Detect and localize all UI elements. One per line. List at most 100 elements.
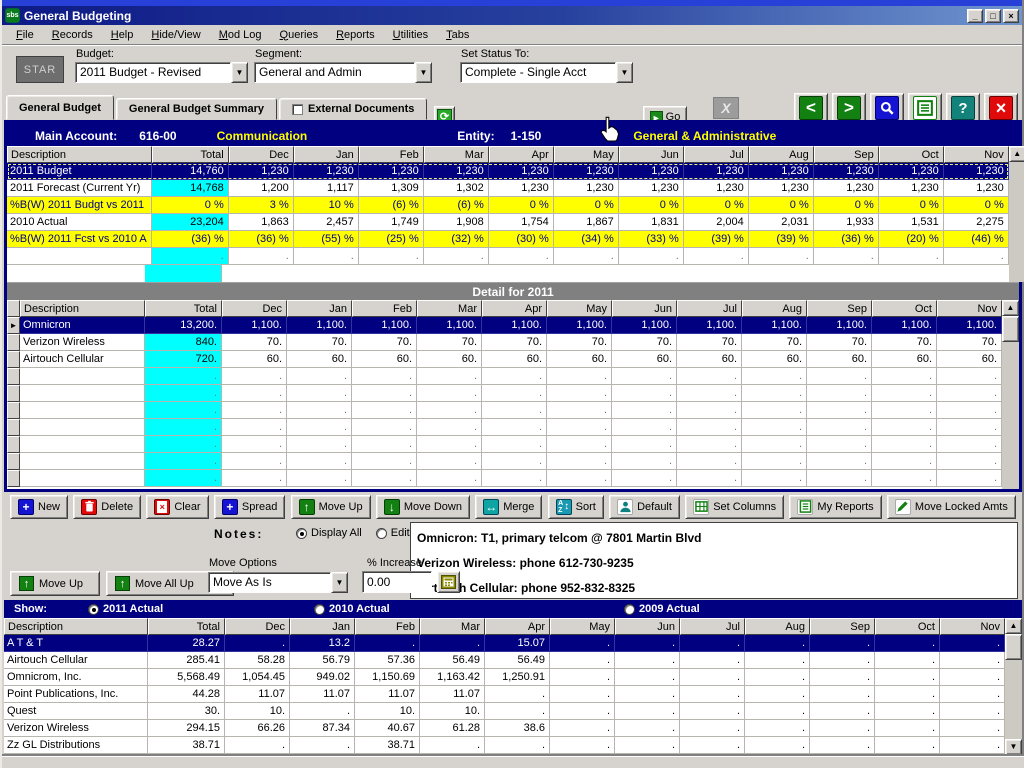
column-header-jun[interactable]: Jun [615,618,680,635]
close-button[interactable]: × [1003,9,1019,23]
row-selector[interactable] [7,368,20,385]
column-header-aug[interactable]: Aug [749,146,814,163]
table-row[interactable]: ►Omnicron13,200.1,100.1,100.1,100.1,100.… [7,317,1002,334]
main-table-scrollbar[interactable]: ▲ [1009,146,1024,282]
column-header-may[interactable]: May [547,300,612,317]
table-row[interactable]: 2011 Forecast (Current Yr)14,7681,2001,1… [7,180,1009,197]
row-selector[interactable] [7,419,20,436]
table-row[interactable]: Airtouch Cellular720.60.60.60.60.60.60.6… [7,351,1002,368]
move-options-combo[interactable]: Move As Is ▼ [208,572,348,593]
minimize-button[interactable]: _ [967,9,983,23]
tab-general-budget-summary[interactable]: General Budget Summary [116,98,277,120]
scroll-down-icon[interactable]: ▼ [1005,739,1022,755]
column-header-apr[interactable]: Apr [482,300,547,317]
menu-item-reports[interactable]: Reports [328,27,383,43]
menu-item-hide-view[interactable]: Hide/View [143,27,208,43]
column-header-oct[interactable]: Oct [875,618,940,635]
set-status-combo[interactable]: Complete - Single Acct ▼ [460,62,633,83]
scroll-up-icon[interactable]: ▲ [1005,618,1022,634]
column-header-dec[interactable]: Dec [225,618,290,635]
table-row[interactable]: Point Publications, Inc.44.2811.0711.071… [4,686,1005,703]
column-header-description[interactable]: Description [4,618,148,635]
scroll-up-icon[interactable]: ▲ [1009,146,1024,162]
increase-input[interactable] [362,571,432,593]
column-header-nov[interactable]: Nov [940,618,1005,635]
row-selector[interactable] [7,334,20,351]
scroll-track[interactable] [1005,660,1022,739]
scroll-thumb[interactable] [1002,316,1019,342]
spread-button[interactable]: +Spread [214,495,285,519]
empty-row[interactable]: ............. [7,470,1002,487]
show-option-2010-actual[interactable]: 2010 Actual [314,603,390,615]
budget-combo[interactable]: 2011 Budget - Revised ▼ [75,62,248,83]
column-header-jun[interactable]: Jun [619,146,684,163]
column-header-apr[interactable]: Apr [485,618,550,635]
row-selector[interactable]: ► [7,317,20,334]
column-header-mar[interactable]: Mar [417,300,482,317]
table-row[interactable]: Verizon Wireless294.1566.2687.3440.6761.… [4,720,1005,737]
column-header-jan[interactable]: Jan [287,300,352,317]
notes-option-display-all[interactable]: Display All [296,527,362,539]
star-button[interactable]: STAR [16,56,64,83]
menu-item-utilities[interactable]: Utilities [385,27,436,43]
column-header-oct[interactable]: Oct [872,300,937,317]
scroll-up-icon[interactable]: ▲ [1002,300,1019,316]
set-columns-button[interactable]: Set Columns [685,495,784,519]
column-header-total[interactable]: Total [148,618,225,635]
column-header-dec[interactable]: Dec [222,300,287,317]
new-button[interactable]: +New [10,495,68,519]
column-header-nov[interactable]: Nov [937,300,1002,317]
column-header-sep[interactable]: Sep [807,300,872,317]
column-header-description[interactable]: Description [7,146,152,163]
scroll-track[interactable] [1009,162,1024,282]
table-row[interactable]: %B(W) 2011 Budgt vs 20110 %3 %10 %(6) %(… [7,197,1009,214]
empty-row[interactable]: ............. [7,419,1002,436]
column-header-jul[interactable]: Jul [684,146,749,163]
chevron-down-icon[interactable]: ▼ [415,62,432,83]
column-header-mar[interactable]: Mar [420,618,485,635]
column-header-may[interactable]: May [554,146,619,163]
column-header-feb[interactable]: Feb [355,618,420,635]
column-header-jul[interactable]: Jul [677,300,742,317]
move-down-button[interactable]: ↓Move Down [376,495,470,519]
merge-button[interactable]: ↔Merge [475,495,542,519]
table-row[interactable]: 2010 Actual23,2041,8632,4571,7491,9081,7… [7,214,1009,231]
column-header-nov[interactable]: Nov [944,146,1009,163]
table-row[interactable]: Airtouch Cellular285.4158.2856.7957.3656… [4,652,1005,669]
empty-row[interactable]: ............. [7,248,1009,265]
detail-table-scrollbar[interactable]: ▲ [1002,300,1019,489]
chevron-down-icon[interactable]: ▼ [231,62,248,83]
row-selector[interactable] [7,385,20,402]
column-header-aug[interactable]: Aug [742,300,807,317]
show-option-2011-actual[interactable]: 2011 Actual [88,603,163,615]
menu-item-tabs[interactable]: Tabs [438,27,477,43]
row-selector[interactable] [7,402,20,419]
move-up-note-button[interactable]: ↑ Move Up [10,571,100,596]
table-row[interactable]: A T & T28.27.13.2..15.07....... [4,635,1005,652]
menu-item-records[interactable]: Records [44,27,101,43]
empty-row[interactable]: ............. [7,368,1002,385]
column-header-may[interactable]: May [550,618,615,635]
column-header-description[interactable]: Description [20,300,145,317]
column-header-total[interactable]: Total [152,146,229,163]
row-selector[interactable] [7,453,20,470]
column-header-mar[interactable]: Mar [424,146,489,163]
menu-item-queries[interactable]: Queries [272,27,327,43]
menu-item-mod-log[interactable]: Mod Log [211,27,270,43]
move-locked-amts-button[interactable]: Move Locked Amts [887,495,1016,519]
row-selector[interactable] [7,351,20,368]
segment-combo[interactable]: General and Admin ▼ [254,62,432,83]
row-selector[interactable] [7,436,20,453]
table-row[interactable]: 2011 Budget14,7601,2301,2301,2301,2301,2… [7,163,1009,180]
table-row[interactable]: Omnicrom, Inc.5,568.491,054.45949.021,15… [4,669,1005,686]
column-header-jan[interactable]: Jan [294,146,359,163]
move-up-button[interactable]: ↑Move Up [291,495,371,519]
table-row[interactable]: Zz GL Distributions38.71..38.71......... [4,737,1005,754]
column-header-oct[interactable]: Oct [879,146,944,163]
column-header-sep[interactable]: Sep [810,618,875,635]
column-header-aug[interactable]: Aug [745,618,810,635]
empty-row[interactable]: ............. [7,402,1002,419]
chevron-down-icon[interactable]: ▼ [331,572,348,593]
empty-row[interactable]: ............. [7,453,1002,470]
notes-option-edit[interactable]: Edit [376,527,410,539]
